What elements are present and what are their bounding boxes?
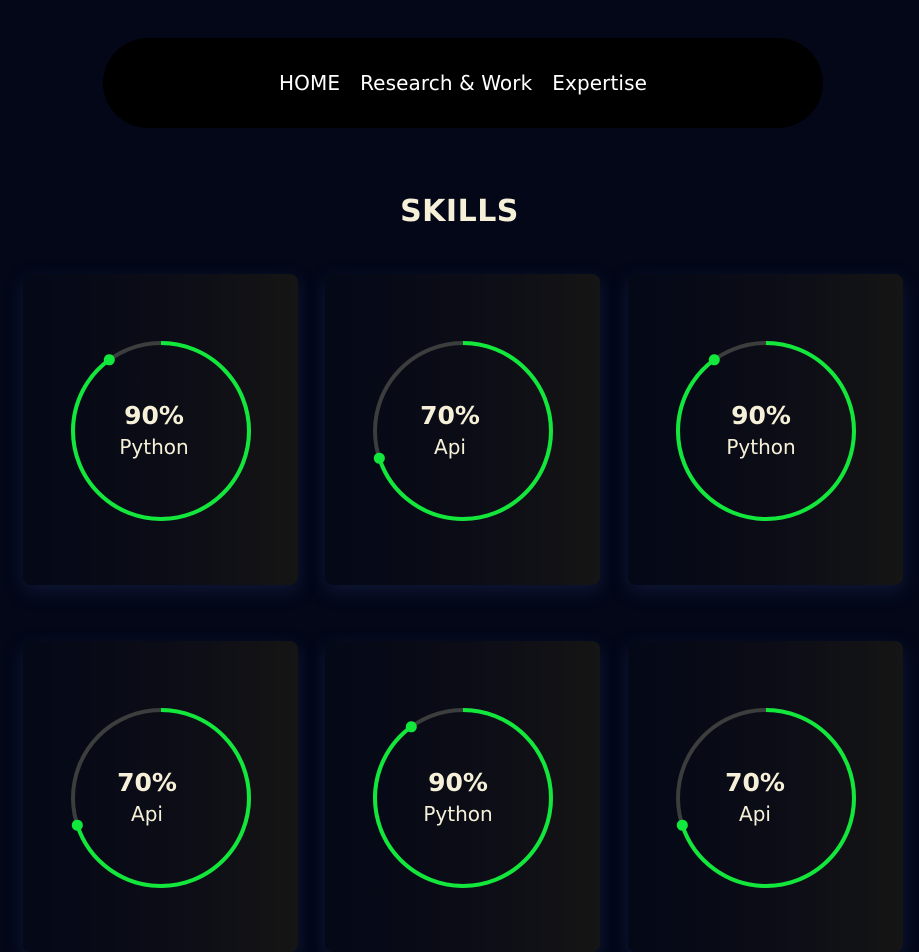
skill-card: 90% Python [23,274,298,585]
ring-label: 70% Api [56,707,238,889]
skill-card: 90% Python [325,641,600,952]
progress-ring: 70% Api [372,340,554,522]
progress-ring: 90% Python [372,707,554,889]
skill-name: Api [739,802,771,826]
skill-percent: 70% [117,768,177,797]
ring-label: 90% Python [63,340,245,522]
skill-card: 70% Api [628,641,903,952]
skill-percent: 90% [124,401,184,430]
top-navigation: HOME Research & Work Expertise [103,38,823,128]
skill-percent: 90% [731,401,791,430]
nav-link-expertise[interactable]: Expertise [542,71,657,95]
ring-label: 90% Python [367,707,549,889]
progress-ring: 70% Api [675,707,857,889]
skill-percent: 70% [725,768,785,797]
skill-name: Python [726,435,796,459]
nav-link-research-work[interactable]: Research & Work [350,71,542,95]
skill-percent: 70% [420,401,480,430]
ring-label: 70% Api [359,340,541,522]
progress-ring: 90% Python [675,340,857,522]
progress-ring: 90% Python [70,340,252,522]
ring-label: 70% Api [664,707,846,889]
nav-link-home[interactable]: HOME [269,71,350,95]
skill-card: 70% Api [23,641,298,952]
skill-card: 90% Python [628,274,903,585]
progress-ring: 70% Api [70,707,252,889]
ring-label: 90% Python [670,340,852,522]
skill-card: 70% Api [325,274,600,585]
skill-name: Api [131,802,163,826]
skill-name: Python [119,435,189,459]
skill-name: Python [423,802,493,826]
section-title: SKILLS [400,194,519,229]
skill-percent: 90% [428,768,488,797]
skill-name: Api [434,435,466,459]
